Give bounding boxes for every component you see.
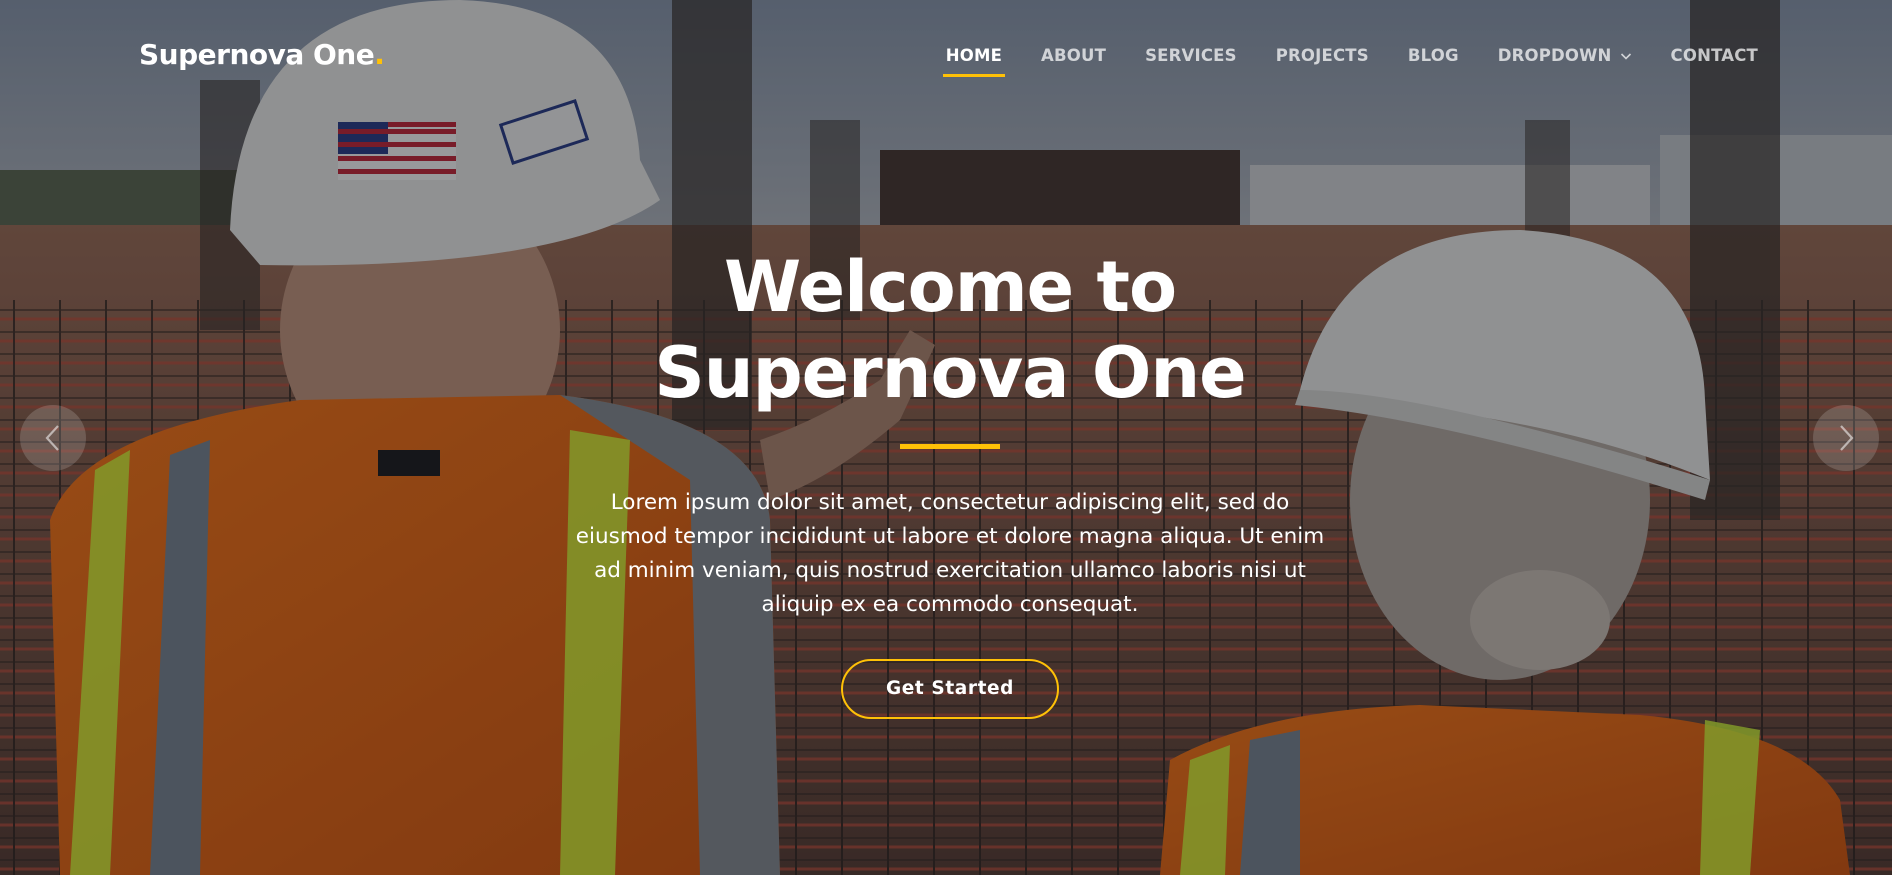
title-divider xyxy=(900,444,1000,449)
nav-item-label: CONTACT xyxy=(1670,46,1758,65)
nav-item-home[interactable]: HOME xyxy=(942,46,1006,77)
nav-item-label: DROPDOWN xyxy=(1497,46,1612,65)
nav-item-label: PROJECTS xyxy=(1275,46,1369,65)
nav-item-projects[interactable]: PROJECTS xyxy=(1276,46,1369,65)
get-started-button[interactable]: Get Started xyxy=(841,659,1059,719)
nav-item-services[interactable]: SERVICES xyxy=(1145,46,1237,65)
nav-item-label: ABOUT xyxy=(1041,46,1107,65)
site-header: Supernova One. HOME ABOUT SERVICES PROJE… xyxy=(0,0,1892,114)
carousel-prev-button[interactable] xyxy=(20,405,86,471)
nav-item-blog[interactable]: BLOG xyxy=(1408,46,1459,65)
main-nav: HOME ABOUT SERVICES PROJECTS BLOG DROPDO… xyxy=(907,46,1758,77)
nav-item-dropdown[interactable]: DROPDOWN xyxy=(1498,46,1632,65)
nav-item-label: SERVICES xyxy=(1145,46,1237,65)
nav-item-about[interactable]: ABOUT xyxy=(1041,46,1106,65)
brand-logo[interactable]: Supernova One. xyxy=(139,38,385,71)
nav-item-contact[interactable]: CONTACT xyxy=(1671,46,1758,65)
chevron-right-icon xyxy=(1840,425,1854,451)
hero-section: Supernova One. HOME ABOUT SERVICES PROJE… xyxy=(0,0,1892,875)
hero-title: Welcome to Supernova One xyxy=(654,246,1246,414)
carousel-next-button[interactable] xyxy=(1813,405,1879,471)
nav-item-label: BLOG xyxy=(1407,46,1459,65)
chevron-left-icon xyxy=(45,425,59,451)
nav-item-label: HOME xyxy=(945,46,1003,65)
hero-description: Lorem ipsum dolor sit amet, consectetur … xyxy=(575,490,1325,617)
brand-name: Supernova One xyxy=(139,38,375,71)
hero-content: Welcome to Supernova One Lorem ipsum dol… xyxy=(520,244,1380,719)
chevron-down-icon xyxy=(1620,52,1631,60)
brand-dot: . xyxy=(374,38,385,71)
